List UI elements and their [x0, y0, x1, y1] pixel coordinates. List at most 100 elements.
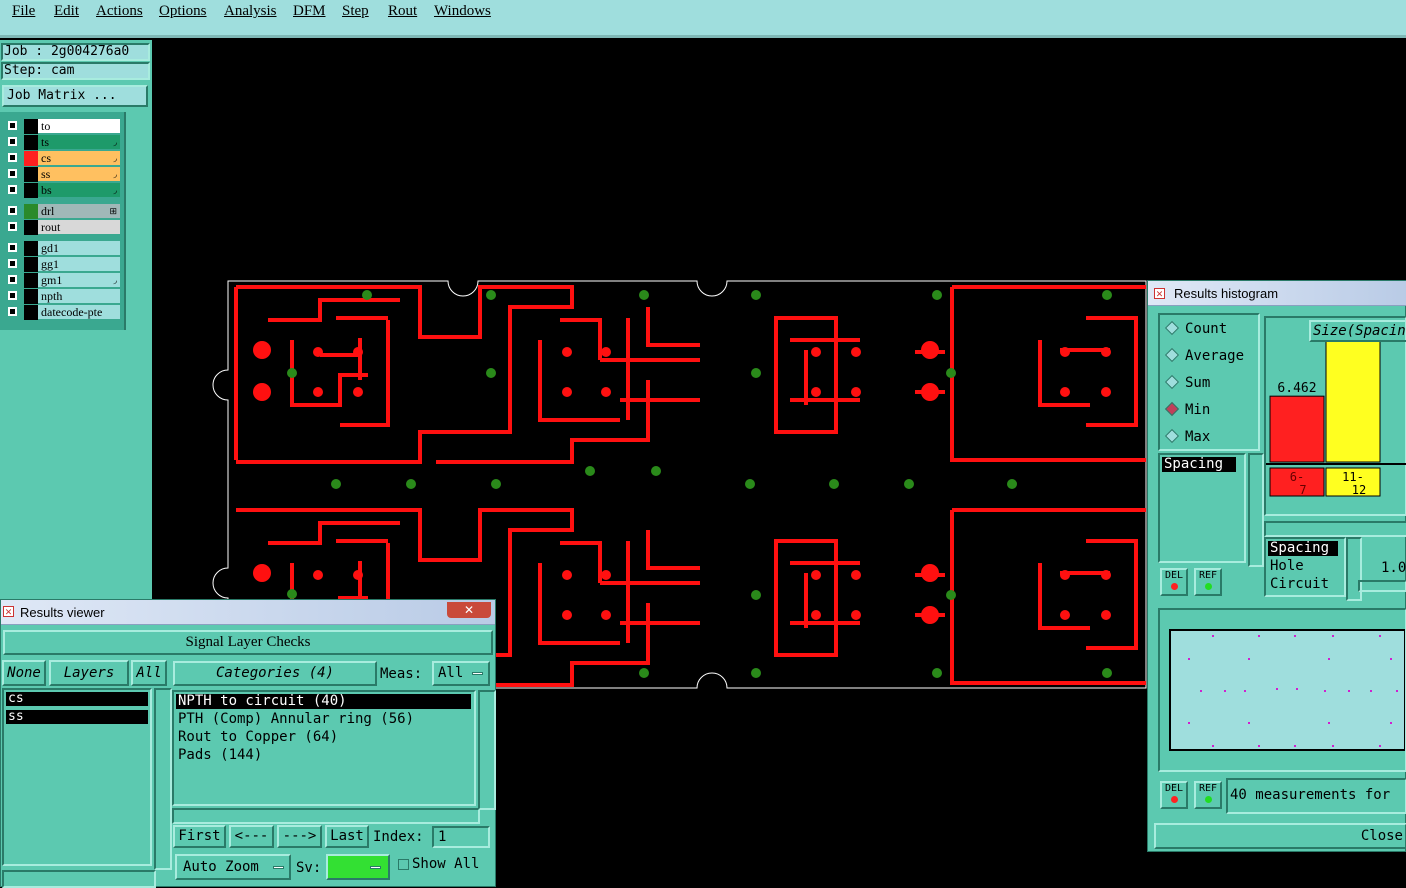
show-all-checkbox[interactable]	[398, 859, 409, 870]
prev-button[interactable]: <---	[229, 825, 274, 848]
layer-color-swatch[interactable]	[24, 257, 38, 272]
layer-row-rout[interactable]: rout	[4, 220, 120, 235]
option-sum[interactable]: Sum	[1164, 374, 1210, 391]
meas-select[interactable]: All	[432, 661, 490, 686]
minimap[interactable]	[1160, 610, 1405, 770]
layer-name[interactable]: npth	[38, 289, 120, 303]
menu-dfm[interactable]: DFM	[293, 3, 326, 20]
last-button[interactable]: Last	[325, 825, 369, 848]
layer-color-swatch[interactable]	[24, 220, 38, 235]
layer-name[interactable]: gd1	[38, 241, 120, 255]
histogram-bar[interactable]	[1269, 395, 1325, 463]
list-item[interactable]: Circuit	[1270, 577, 1329, 592]
layer-color-swatch[interactable]	[24, 289, 38, 304]
layer-name[interactable]: to	[38, 119, 120, 133]
menu-options[interactable]: Options	[159, 3, 207, 20]
layer-row-gg1[interactable]: gg1	[4, 257, 120, 272]
menu-windows[interactable]: Windows	[434, 3, 491, 20]
close-icon[interactable]: ✕	[447, 602, 491, 618]
layer-color-swatch[interactable]	[24, 135, 38, 150]
layer-name[interactable]: gg1	[38, 257, 120, 271]
layer-result-list[interactable]: cs ss	[2, 688, 152, 866]
layer-row-cs[interactable]: cs ◞	[4, 151, 120, 166]
ref-button[interactable]: REF	[1194, 568, 1222, 596]
index-input[interactable]: 1	[432, 826, 490, 848]
layer-row-bs[interactable]: bs ◞	[4, 183, 120, 198]
job-matrix-button[interactable]: Job Matrix ...	[2, 85, 148, 107]
categories-button[interactable]: Categories (4)	[173, 661, 377, 686]
layers-button[interactable]: Layers	[49, 660, 129, 686]
menu-step[interactable]: Step	[342, 3, 369, 20]
layer-name[interactable]: cs ◞	[38, 151, 120, 165]
layer-checkbox[interactable]	[8, 206, 17, 215]
layer-checkbox[interactable]	[8, 307, 17, 316]
option-max[interactable]: Max	[1164, 428, 1210, 445]
list-item[interactable]: Hole	[1270, 559, 1304, 574]
layer-checkbox[interactable]	[8, 259, 17, 268]
layer-checkbox[interactable]	[8, 153, 17, 162]
first-button[interactable]: First	[173, 825, 226, 848]
option-min[interactable]: Min	[1164, 401, 1210, 418]
del-button[interactable]: DEL	[1160, 781, 1188, 809]
menu-file[interactable]: File	[12, 3, 35, 20]
del-button[interactable]: DEL	[1160, 568, 1188, 596]
layer-checkbox[interactable]	[8, 169, 17, 178]
list-item[interactable]: Spacing	[1162, 457, 1236, 472]
categories-hscrollbar[interactable]	[172, 808, 480, 824]
close-button[interactable]: Close	[1154, 823, 1406, 849]
minimap-panel[interactable]	[1158, 608, 1406, 772]
layer-row-ts[interactable]: ts ◞	[4, 135, 120, 150]
layer-name[interactable]: ts ◞	[38, 135, 120, 149]
layer-name[interactable]: bs ◞	[38, 183, 120, 197]
list-item[interactable]: cs	[6, 692, 148, 706]
layer-color-swatch[interactable]	[24, 241, 38, 256]
layer-checkbox[interactable]	[8, 185, 17, 194]
list-item[interactable]: ss	[6, 710, 148, 724]
layer-color-swatch[interactable]	[24, 119, 38, 134]
layer-color-swatch[interactable]	[24, 305, 38, 320]
layer-checkbox[interactable]	[8, 137, 17, 146]
layer-row-to[interactable]: to	[4, 119, 120, 134]
menu-rout[interactable]: Rout	[388, 3, 417, 20]
layer-row-npth[interactable]: npth	[4, 289, 120, 304]
layer-list-scrollbar[interactable]	[154, 688, 172, 870]
measure-list-scrollbar[interactable]	[1248, 453, 1264, 567]
menu-analysis[interactable]: Analysis	[224, 3, 277, 20]
layer-name[interactable]: drl ⊞	[38, 204, 120, 218]
layer-color-swatch[interactable]	[24, 167, 38, 182]
layer-row-gm1[interactable]: gm1 ◞	[4, 273, 120, 288]
option-average[interactable]: Average	[1164, 347, 1244, 364]
ref-button[interactable]: REF	[1194, 781, 1222, 809]
list-item[interactable]: NPTH to circuit (40)	[176, 694, 471, 709]
layer-color-swatch[interactable]	[24, 183, 38, 198]
chart-hscrollbar[interactable]	[1264, 521, 1406, 537]
all-layers-button[interactable]: All	[131, 660, 167, 686]
layer-name[interactable]: ss ◞	[38, 167, 120, 181]
categories-vscrollbar[interactable]	[478, 690, 496, 810]
list-item[interactable]: PTH (Comp) Annular ring (56)	[176, 712, 414, 727]
layer-row-drl[interactable]: drl ⊞	[4, 204, 120, 219]
layer-name[interactable]: rout	[38, 220, 120, 234]
layer-color-swatch[interactable]	[24, 273, 38, 288]
scale-slider[interactable]	[1358, 580, 1406, 592]
menu-actions[interactable]: Actions	[96, 3, 143, 20]
layer-color-swatch[interactable]	[24, 204, 38, 219]
measure-list[interactable]: Spacing	[1158, 453, 1246, 563]
option-count[interactable]: Count	[1164, 320, 1227, 337]
layer-checkbox[interactable]	[8, 291, 17, 300]
layer-row-datecode-pte[interactable]: datecode-pte	[4, 305, 120, 320]
layer-name[interactable]: datecode-pte	[38, 305, 120, 319]
none-button[interactable]: None	[2, 660, 46, 686]
layer-checkbox[interactable]	[8, 275, 17, 284]
layer-row-gd1[interactable]: gd1	[4, 241, 120, 256]
sub-measure-list[interactable]: Spacing Hole Circuit	[1264, 537, 1346, 597]
layer-row-ss[interactable]: ss ◞	[4, 167, 120, 182]
list-item[interactable]: Spacing	[1268, 541, 1338, 556]
layer-checkbox[interactable]	[8, 121, 17, 130]
list-item[interactable]: Pads (144)	[176, 748, 262, 763]
layer-checkbox[interactable]	[8, 222, 17, 231]
histogram-bar[interactable]	[1325, 342, 1381, 463]
list-item[interactable]: Rout to Copper (64)	[176, 730, 338, 745]
categories-list[interactable]: NPTH to circuit (40) PTH (Comp) Annular …	[172, 690, 476, 806]
layer-checkbox[interactable]	[8, 243, 17, 252]
